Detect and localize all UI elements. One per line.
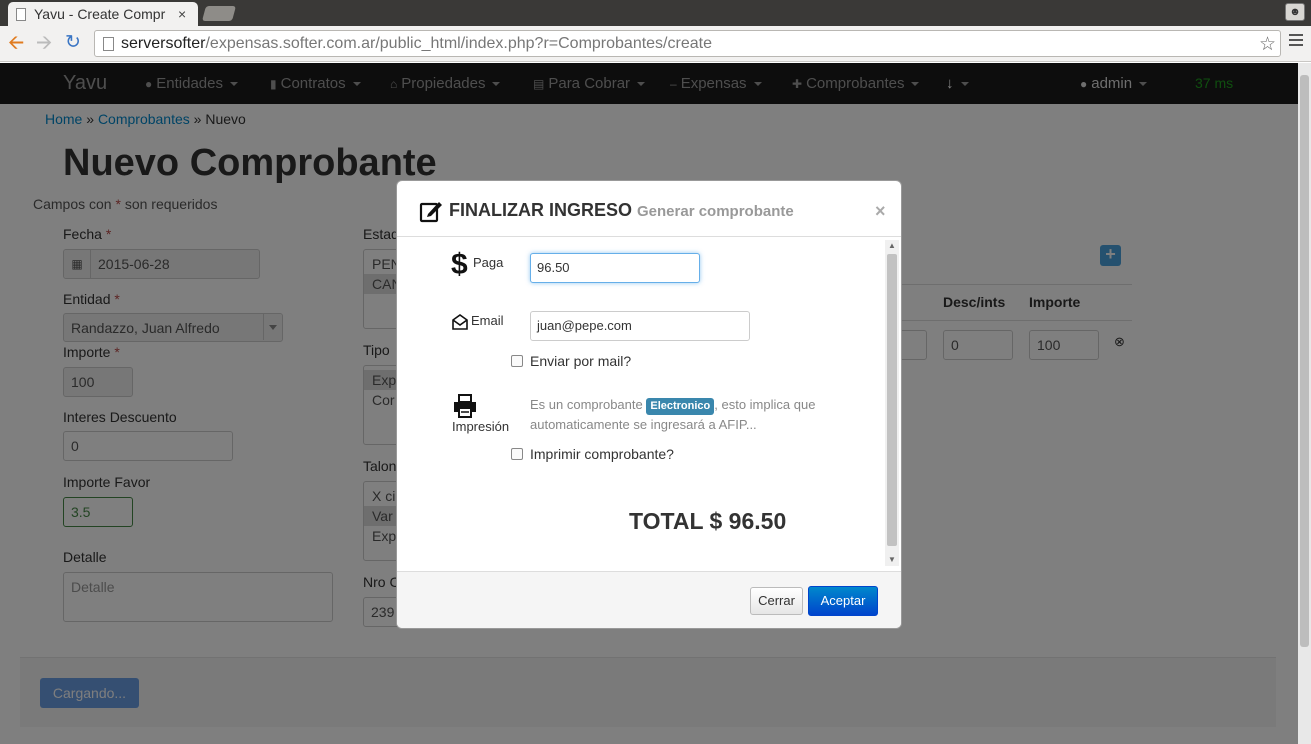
forward-arrow-icon[interactable]: 🡪 xyxy=(36,32,52,54)
close-icon[interactable]: × xyxy=(875,201,886,222)
page-scrollbar[interactable] xyxy=(1298,63,1311,744)
user-profile-icon[interactable]: ☻ xyxy=(1285,3,1305,21)
email-input[interactable]: juan@pepe.com xyxy=(530,311,750,341)
impresion-label: Impresión xyxy=(452,419,510,434)
electronico-badge: Electronico xyxy=(646,398,715,415)
browser-toolbar: 🡨 🡪 ↻ serversofter/expensas.softer.com.a… xyxy=(0,26,1311,62)
electronico-help: Es un comprobante Electronico, esto impl… xyxy=(530,397,816,432)
cerrar-button[interactable]: Cerrar xyxy=(750,587,803,615)
finalizar-modal: FINALIZAR INGRESO Generar comprobante × … xyxy=(396,180,902,629)
modal-scrollbar[interactable]: ▲ ▼ xyxy=(885,240,899,566)
scroll-down-icon[interactable]: ▼ xyxy=(888,555,896,564)
browser-tab-strip: Yavu - Create Compr × ☻ xyxy=(0,0,1311,26)
total-amount: TOTAL $ 96.50 xyxy=(629,508,787,534)
imprimir-label: Imprimir comprobante? xyxy=(530,446,674,462)
dollar-icon: $ xyxy=(451,248,468,281)
enviar-mail-label: Enviar por mail? xyxy=(530,353,632,369)
url-path: /expensas.softer.com.ar/public_html/inde… xyxy=(205,34,712,52)
tab-title: Yavu - Create Compr xyxy=(34,6,166,22)
email-label: Email xyxy=(471,313,504,328)
back-arrow-icon[interactable]: 🡨 xyxy=(8,32,24,54)
printer-icon xyxy=(454,394,476,418)
browser-menu-icon[interactable] xyxy=(1289,34,1303,49)
url-host: serversofter xyxy=(121,34,206,52)
modal-body: $ Paga 96.50 Email juan@pepe.com Enviar … xyxy=(397,238,901,571)
address-bar[interactable]: serversofter/expensas.softer.com.ar/publ… xyxy=(94,30,1281,57)
aceptar-button[interactable]: Aceptar xyxy=(808,586,878,616)
bookmark-star-icon[interactable]: ☆ xyxy=(1259,33,1276,56)
paga-label: Paga xyxy=(473,255,504,270)
page-icon xyxy=(103,36,114,51)
modal-title: FINALIZAR INGRESO xyxy=(449,200,632,220)
edit-icon xyxy=(419,202,442,223)
modal-subtitle: Generar comprobante xyxy=(637,203,794,220)
enviar-mail-checkbox[interactable] xyxy=(511,355,523,367)
tab-close-icon[interactable]: × xyxy=(178,6,186,22)
reload-icon[interactable]: ↻ xyxy=(65,32,81,54)
envelope-icon xyxy=(452,314,468,330)
page-icon xyxy=(16,7,26,21)
browser-tab[interactable]: Yavu - Create Compr × xyxy=(8,2,198,26)
modal-header: FINALIZAR INGRESO Generar comprobante × xyxy=(397,181,901,237)
scroll-up-icon[interactable]: ▲ xyxy=(888,241,896,250)
imprimir-checkbox[interactable] xyxy=(511,448,523,460)
modal-footer: Cerrar Aceptar xyxy=(397,571,901,628)
paga-input[interactable]: 96.50 xyxy=(530,253,700,283)
new-tab-button[interactable] xyxy=(201,6,237,21)
